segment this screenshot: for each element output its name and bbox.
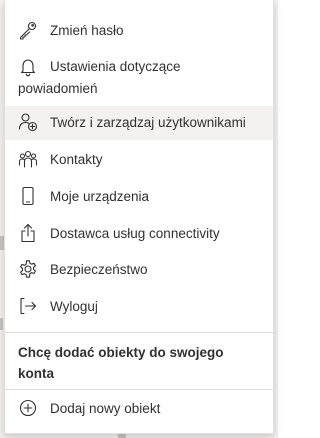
menu-divider <box>5 332 273 333</box>
gear-icon <box>18 259 38 279</box>
people-icon <box>18 149 38 169</box>
menu-item-sign-out[interactable]: Wyloguj <box>5 296 273 318</box>
sign-out-icon <box>18 296 38 316</box>
bell-icon <box>18 57 38 77</box>
background-fragment <box>0 318 3 330</box>
menu-item-connectivity-provider[interactable]: Dostawca usług connectivity <box>5 223 273 245</box>
phone-icon <box>18 186 38 206</box>
menu-item-label: Kontakty <box>50 152 103 167</box>
key-icon <box>18 20 38 40</box>
menu-item-label: Zmień hasło <box>50 23 124 38</box>
menu-item-security[interactable]: Bezpieczeństwo <box>5 259 273 281</box>
person-add-icon <box>18 112 38 132</box>
menu-item-label: Bezpieczeństwo <box>50 262 148 277</box>
menu-item-change-password[interactable]: Zmień hasło <box>5 20 273 42</box>
menu-item-notification-settings[interactable]: Ustawienia dotyczące powiadomień <box>5 56 273 100</box>
menu-item-label: Dodaj nowy obiekt <box>50 401 161 416</box>
account-menu: Zmień hasło Ustawienia dotyczące powiado… <box>4 0 274 434</box>
menu-item-label: Moje urządzenia <box>50 189 150 204</box>
menu-item-my-devices[interactable]: Moje urządzenia <box>5 186 273 208</box>
add-objects-heading: Chcę dodać obiekty do swojego konta <box>18 345 224 381</box>
menu-item-label: Ustawienia dotyczące <box>50 59 181 74</box>
share-icon <box>18 223 38 243</box>
menu-item-label-continued: powiadomień <box>18 81 98 96</box>
menu-item-add-new-object[interactable]: Dodaj nowy obiekt <box>5 398 273 420</box>
menu-item-contacts[interactable]: Kontakty <box>5 149 273 171</box>
menu-item-manage-users[interactable]: Twórz i zarządzaj użytkownikami <box>5 106 273 140</box>
menu-item-label: Wyloguj <box>50 299 98 314</box>
add-circle-icon <box>18 398 38 418</box>
menu-item-label: Dostawca usług connectivity <box>50 226 220 241</box>
menu-divider <box>5 389 273 390</box>
menu-item-label: Twórz i zarządzaj użytkownikami <box>50 115 246 130</box>
